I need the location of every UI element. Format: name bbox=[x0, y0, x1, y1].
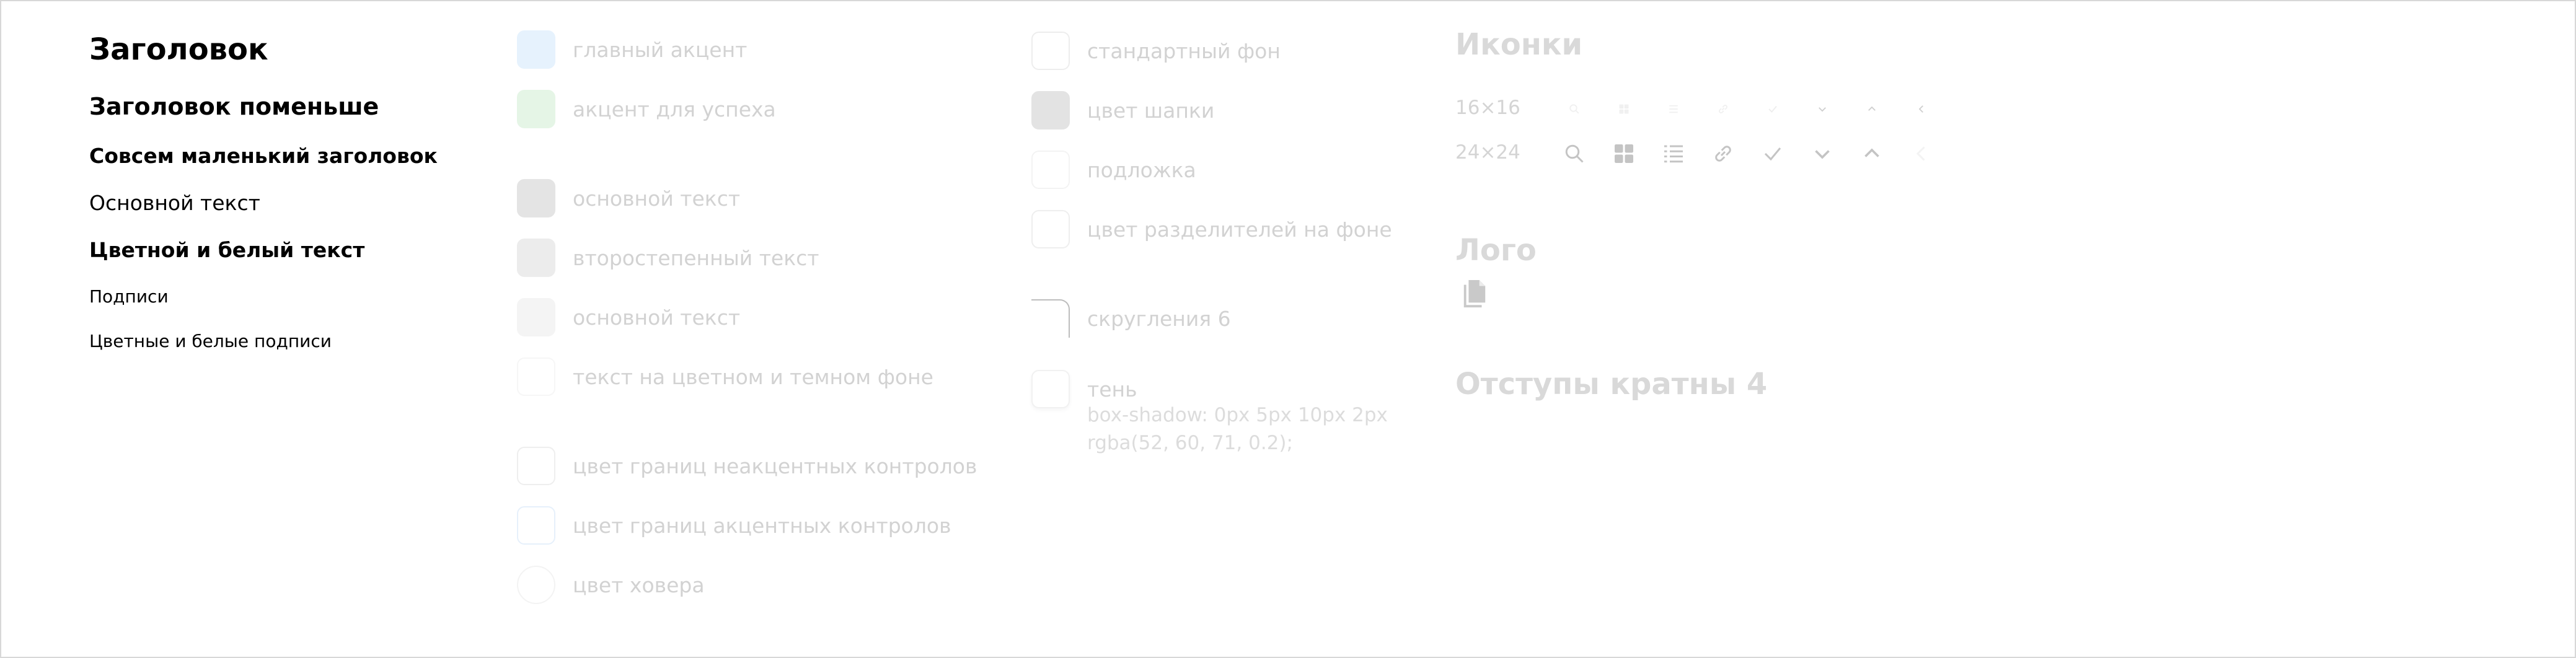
document-icon bbox=[1460, 279, 1489, 310]
color-swatch bbox=[517, 506, 555, 545]
check-icon bbox=[1748, 97, 1797, 121]
color-label: цвет разделителей на фоне bbox=[1087, 217, 1392, 242]
color-label: цвет границ неакцентных контролов bbox=[573, 454, 977, 478]
icon-size-large: 24×24 bbox=[1455, 141, 1520, 164]
color-row: акцент для успеха bbox=[517, 89, 776, 129]
color-label: цвет шапки bbox=[1087, 98, 1215, 123]
color-swatch bbox=[1031, 151, 1070, 189]
color-label: второстепенный текст bbox=[573, 245, 819, 270]
color-swatch bbox=[517, 179, 555, 217]
color-label: акцент для успеха bbox=[573, 97, 776, 121]
search-icon bbox=[1550, 139, 1599, 169]
color-label: главный акцент bbox=[573, 37, 748, 62]
color-label: основной текст bbox=[573, 305, 741, 330]
color-row: цвет разделителей на фоне bbox=[1031, 209, 1392, 249]
sample-captions: Подписи bbox=[89, 286, 169, 307]
chevron-up-icon bbox=[1847, 97, 1897, 121]
color-row: цвет ховера bbox=[517, 565, 705, 605]
color-row: подложка bbox=[1031, 150, 1196, 190]
radius-row: скругления 6 bbox=[1031, 299, 1231, 338]
sample-heading-tiny: Совсем маленький заголовок bbox=[89, 144, 438, 168]
color-label: цвет ховера bbox=[573, 572, 705, 597]
color-swatch bbox=[517, 358, 555, 396]
sample-colored-captions: Цветные и белые подписи bbox=[89, 331, 332, 351]
link-icon bbox=[1698, 139, 1748, 169]
color-swatch bbox=[517, 239, 555, 277]
shadow-description: box-shadow: 0px 5px 10px 2px rgba(52, 60… bbox=[1087, 401, 1388, 457]
color-swatch bbox=[517, 298, 555, 336]
color-swatch bbox=[1031, 91, 1070, 129]
color-row: цвет границ неакцентных контролов bbox=[517, 446, 977, 486]
grid-icon bbox=[1599, 97, 1649, 121]
color-swatch bbox=[517, 90, 555, 128]
chevron-up-icon bbox=[1847, 139, 1897, 169]
search-icon bbox=[1550, 97, 1599, 121]
check-icon bbox=[1748, 139, 1797, 169]
chevron-left-icon bbox=[1897, 97, 1946, 121]
radius-sample bbox=[1031, 299, 1070, 338]
color-label: основной текст bbox=[573, 186, 741, 211]
icon-row-16 bbox=[1550, 97, 1946, 121]
color-row: основной текст bbox=[517, 297, 740, 337]
color-swatch bbox=[1031, 210, 1070, 248]
sample-body-text: Основной текст bbox=[89, 191, 260, 215]
sample-heading: Заголовок bbox=[89, 32, 268, 67]
logo-title: Лого bbox=[1455, 233, 1537, 268]
shadow-label: тень bbox=[1087, 377, 1137, 401]
color-label: подложка bbox=[1087, 157, 1196, 182]
list-icon bbox=[1649, 97, 1698, 121]
color-label: текст на цветном и темном фоне bbox=[573, 364, 933, 389]
color-row: главный акцент bbox=[517, 30, 747, 69]
color-label: цвет границ акцентных контролов bbox=[573, 513, 951, 538]
grid-icon bbox=[1599, 139, 1649, 169]
radius-label: скругления 6 bbox=[1087, 306, 1231, 331]
color-label: стандартный фон bbox=[1087, 38, 1281, 63]
icon-size-small: 16×16 bbox=[1455, 97, 1520, 119]
color-row: второстепенный текст bbox=[517, 238, 819, 278]
shadow-sample bbox=[1031, 370, 1070, 408]
shadow-desc-line: box-shadow: 0px 5px 10px 2px bbox=[1087, 404, 1388, 426]
list-icon bbox=[1649, 139, 1698, 169]
sample-heading-smaller: Заголовок поменьше bbox=[89, 93, 379, 120]
artboard-frame bbox=[0, 0, 2576, 658]
color-swatch bbox=[517, 30, 555, 69]
link-icon bbox=[1698, 97, 1748, 121]
shadow-desc-line: rgba(52, 60, 71, 0.2); bbox=[1087, 432, 1293, 454]
chevron-down-icon bbox=[1797, 139, 1847, 169]
color-row: цвет шапки bbox=[1031, 90, 1214, 130]
icons-title: Иконки bbox=[1455, 27, 1583, 62]
chevron-left-icon bbox=[1897, 139, 1946, 169]
color-swatch bbox=[517, 566, 555, 604]
spacing-title: Отступы кратны 4 bbox=[1455, 367, 1768, 401]
color-row: основной текст bbox=[517, 178, 740, 218]
color-swatch bbox=[1031, 32, 1070, 70]
color-row: текст на цветном и темном фоне bbox=[517, 357, 933, 397]
chevron-down-icon bbox=[1797, 97, 1847, 121]
sample-colored-text: Цветной и белый текст bbox=[89, 238, 365, 262]
color-swatch bbox=[517, 447, 555, 485]
color-row: стандартный фон bbox=[1031, 31, 1281, 71]
icon-row-24 bbox=[1550, 139, 1946, 169]
color-row: цвет границ акцентных контролов bbox=[517, 506, 951, 545]
